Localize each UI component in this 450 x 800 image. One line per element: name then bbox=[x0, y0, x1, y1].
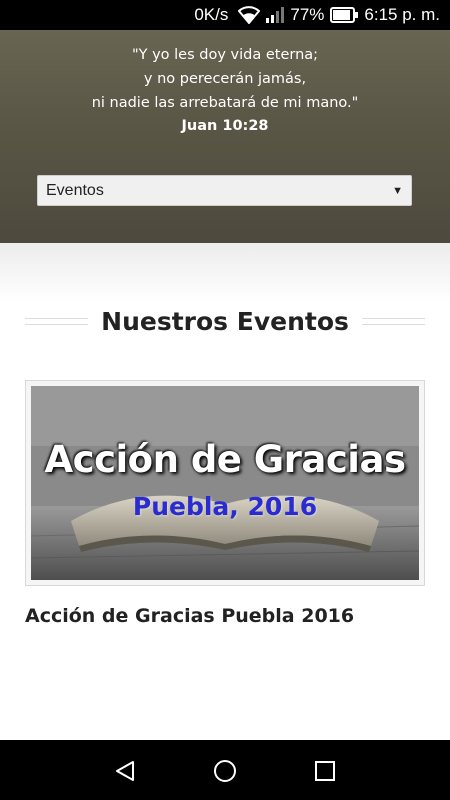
verse-line: "Y yo les doy vida eterna; bbox=[131, 47, 319, 63]
recents-icon[interactable] bbox=[313, 759, 337, 783]
battery-icon bbox=[330, 7, 359, 23]
image-subtitle: Puebla, 2016 bbox=[132, 492, 318, 521]
image-title: Acción de Gracias bbox=[44, 438, 406, 481]
verse-line: y no perecerán jamás, bbox=[143, 71, 307, 87]
navigation-bar bbox=[0, 740, 450, 800]
event-title-link[interactable]: Acción de Gracias Puebla 2016 bbox=[25, 605, 425, 627]
status-bar: 0K/s 77% 6:15 p. m. bbox=[0, 0, 450, 30]
divider-right bbox=[361, 317, 426, 325]
verse-line: ni nadie las arrebatará de mi mano." bbox=[91, 95, 359, 111]
event-card[interactable]: Acción de Gracias Puebla, 2016 bbox=[25, 380, 425, 586]
section-title: Nuestros Eventos bbox=[101, 306, 349, 336]
network-speed: 0K/s bbox=[194, 5, 229, 24]
screen: 0K/s 77% 6:15 p. m. "Y yo les doy vida e… bbox=[0, 0, 450, 800]
wifi-icon bbox=[238, 6, 261, 24]
clock: 6:15 p. m. bbox=[364, 5, 440, 24]
navigation-select[interactable]: Eventos ▼ bbox=[37, 175, 412, 206]
bible-verse: "Y yo les doy vida eterna; y no perecerá… bbox=[0, 43, 450, 115]
dropdown-arrow-icon: ▼ bbox=[392, 184, 403, 197]
select-value: Eventos bbox=[46, 181, 104, 199]
home-icon[interactable] bbox=[213, 759, 237, 783]
section-heading: Nuestros Eventos bbox=[25, 301, 426, 341]
open-book-illustration bbox=[31, 386, 419, 580]
battery-level: 77% bbox=[290, 5, 325, 24]
event-image[interactable]: Acción de Gracias Puebla, 2016 bbox=[31, 386, 419, 580]
main-content: Nuestros Eventos Acción de Gracias Puebl… bbox=[0, 243, 450, 740]
verse-reference: Juan 10:28 bbox=[181, 118, 269, 134]
hero-header: "Y yo les doy vida eterna; y no perecerá… bbox=[0, 30, 450, 243]
divider-left bbox=[25, 317, 89, 325]
signal-icon bbox=[266, 7, 285, 23]
back-icon[interactable] bbox=[113, 759, 137, 783]
